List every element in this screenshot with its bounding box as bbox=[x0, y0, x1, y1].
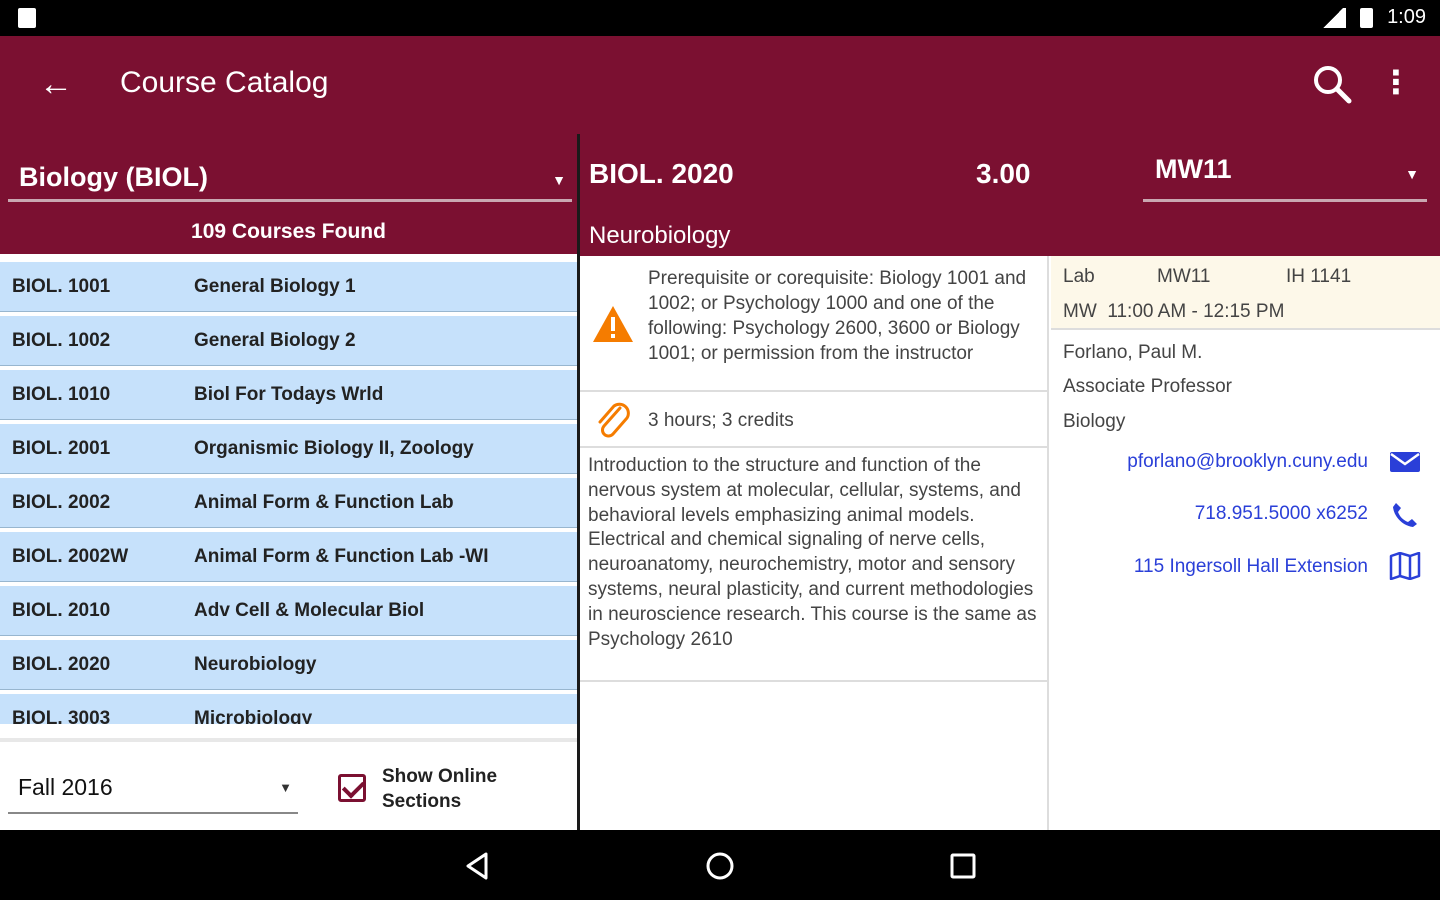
course-code: BIOL. 2010 bbox=[12, 600, 111, 621]
map-icon[interactable] bbox=[1389, 552, 1421, 580]
chevron-down-icon: ▼ bbox=[279, 780, 292, 795]
home-nav-icon[interactable] bbox=[702, 848, 738, 884]
course-name: Organismic Biology II, Zoology bbox=[194, 438, 474, 459]
course-name: Animal Form & Function Lab -WI bbox=[194, 546, 489, 567]
course-code: BIOL. 3003 bbox=[12, 708, 111, 724]
course-code: BIOL. 1002 bbox=[12, 330, 111, 351]
course-row[interactable]: BIOL. 2002 Animal Form & Function Lab bbox=[0, 478, 577, 528]
warning-icon bbox=[593, 306, 633, 342]
section-dropdown[interactable]: MW11 ▼ bbox=[1143, 144, 1427, 202]
sd-card-icon bbox=[18, 8, 36, 28]
subject-dropdown[interactable]: Biology (BIOL) ▼ bbox=[8, 144, 572, 202]
course-row[interactable]: BIOL. 2020 Neurobiology bbox=[0, 640, 577, 690]
search-icon[interactable] bbox=[1310, 62, 1354, 106]
course-list[interactable]: BIOL. 1001 General Biology 1 BIOL. 1002 … bbox=[0, 254, 577, 724]
instructor-office-link[interactable]: 115 Ingersoll Hall Extension bbox=[1134, 556, 1368, 578]
detail-credits: 3.00 bbox=[976, 158, 1031, 189]
description-section: Introduction to the structure and functi… bbox=[580, 450, 1049, 682]
hours-text: 3 hours; 3 credits bbox=[648, 410, 794, 431]
course-row[interactable]: BIOL. 2001 Organismic Biology II, Zoolog… bbox=[0, 424, 577, 474]
paperclip-icon bbox=[598, 402, 630, 438]
detail-course-title: Neurobiology bbox=[589, 222, 731, 249]
description-text: Introduction to the structure and functi… bbox=[588, 455, 1037, 650]
meeting-type: Lab bbox=[1063, 266, 1095, 287]
course-row[interactable]: BIOL. 2002W Animal Form & Function Lab -… bbox=[0, 532, 577, 582]
meeting-section: MW11 bbox=[1157, 266, 1211, 287]
meeting-info: Lab MW11 IH 1141 MW 11:00 AM - 12:15 PM bbox=[1051, 256, 1440, 330]
prerequisite-text: Prerequisite or corequisite: Biology 100… bbox=[648, 268, 1027, 364]
course-code: BIOL. 1001 bbox=[12, 276, 111, 297]
course-name: General Biology 1 bbox=[194, 276, 356, 297]
chevron-down-icon: ▼ bbox=[1405, 166, 1419, 182]
course-row[interactable]: BIOL. 1001 General Biology 1 bbox=[0, 262, 577, 312]
signal-icon bbox=[1320, 7, 1347, 28]
section-info-panel: Lab MW11 IH 1141 MW 11:00 AM - 12:15 PM … bbox=[1051, 256, 1440, 830]
recents-nav-icon[interactable] bbox=[945, 848, 981, 884]
course-code: BIOL. 2002 bbox=[12, 492, 111, 513]
arrow-left-icon[interactable]: ← bbox=[36, 62, 76, 106]
status-icons: 1:09 bbox=[1320, 6, 1426, 29]
email-icon[interactable] bbox=[1389, 448, 1421, 476]
course-name: Biol For Todays Wrld bbox=[194, 384, 384, 405]
status-bar: 1:09 bbox=[0, 0, 1440, 36]
filter-bar: Fall 2016 ▼ Show Online Sections bbox=[0, 738, 577, 830]
page-title: Course Catalog bbox=[120, 66, 329, 99]
course-detail-header: BIOL. 2020 3.00 Neurobiology MW11 ▼ bbox=[580, 134, 1440, 256]
course-name: Microbiology bbox=[194, 708, 313, 724]
system-nav-bar bbox=[0, 830, 1440, 900]
phone-icon[interactable] bbox=[1389, 500, 1421, 528]
course-name: General Biology 2 bbox=[194, 330, 356, 351]
course-code: BIOL. 2002W bbox=[12, 546, 129, 567]
subject-dropdown-value: Biology (BIOL) bbox=[19, 162, 208, 192]
course-info-panel: Prerequisite or corequisite: Biology 100… bbox=[580, 256, 1049, 830]
course-row[interactable]: BIOL. 1010 Biol For Todays Wrld bbox=[0, 370, 577, 420]
course-code: BIOL. 1010 bbox=[12, 384, 111, 405]
course-name: Adv Cell & Molecular Biol bbox=[194, 600, 425, 621]
chevron-down-icon: ▼ bbox=[552, 172, 566, 188]
status-time: 1:09 bbox=[1387, 6, 1426, 28]
course-name: Animal Form & Function Lab bbox=[194, 492, 454, 513]
meeting-time: MW 11:00 AM - 12:15 PM bbox=[1063, 301, 1285, 322]
course-row[interactable]: BIOL. 1002 General Biology 2 bbox=[0, 316, 577, 366]
instructor-title: Associate Professor bbox=[1063, 376, 1232, 397]
course-code: BIOL. 2020 bbox=[12, 654, 111, 675]
detail-course-code: BIOL. 2020 bbox=[589, 158, 734, 189]
section-dropdown-value: MW11 bbox=[1155, 154, 1232, 184]
term-dropdown-value: Fall 2016 bbox=[18, 774, 113, 800]
back-nav-icon[interactable] bbox=[460, 848, 496, 884]
instructor-department: Biology bbox=[1063, 411, 1126, 432]
meeting-room: IH 1141 bbox=[1286, 266, 1352, 287]
course-row[interactable]: BIOL. 2010 Adv Cell & Molecular Biol bbox=[0, 586, 577, 636]
course-code: BIOL. 2001 bbox=[12, 438, 111, 459]
instructor-name: Forlano, Paul M. bbox=[1063, 342, 1203, 363]
prerequisite-section: Prerequisite or corequisite: Biology 100… bbox=[580, 256, 1049, 392]
term-dropdown[interactable]: Fall 2016 ▼ bbox=[8, 768, 298, 814]
app-bar: ← Course Catalog ⋮ bbox=[0, 36, 1440, 134]
instructor-phone-link[interactable]: 718.951.5000 x6252 bbox=[1195, 503, 1368, 525]
show-online-checkbox[interactable] bbox=[338, 774, 366, 802]
more-vertical-icon[interactable]: ⋮ bbox=[1376, 62, 1416, 106]
instructor-email-link[interactable]: pforlano@brooklyn.cuny.edu bbox=[1127, 451, 1368, 473]
hours-section: 3 hours; 3 credits bbox=[580, 394, 1049, 448]
course-name: Neurobiology bbox=[194, 654, 317, 675]
subject-header: Biology (BIOL) ▼ 109 Courses Found bbox=[0, 134, 577, 254]
courses-found-count: 109 Courses Found bbox=[191, 220, 386, 243]
course-row[interactable]: BIOL. 3003 Microbiology bbox=[0, 694, 577, 724]
battery-icon bbox=[1360, 7, 1374, 28]
show-online-label: Show Online Sections bbox=[382, 766, 498, 812]
